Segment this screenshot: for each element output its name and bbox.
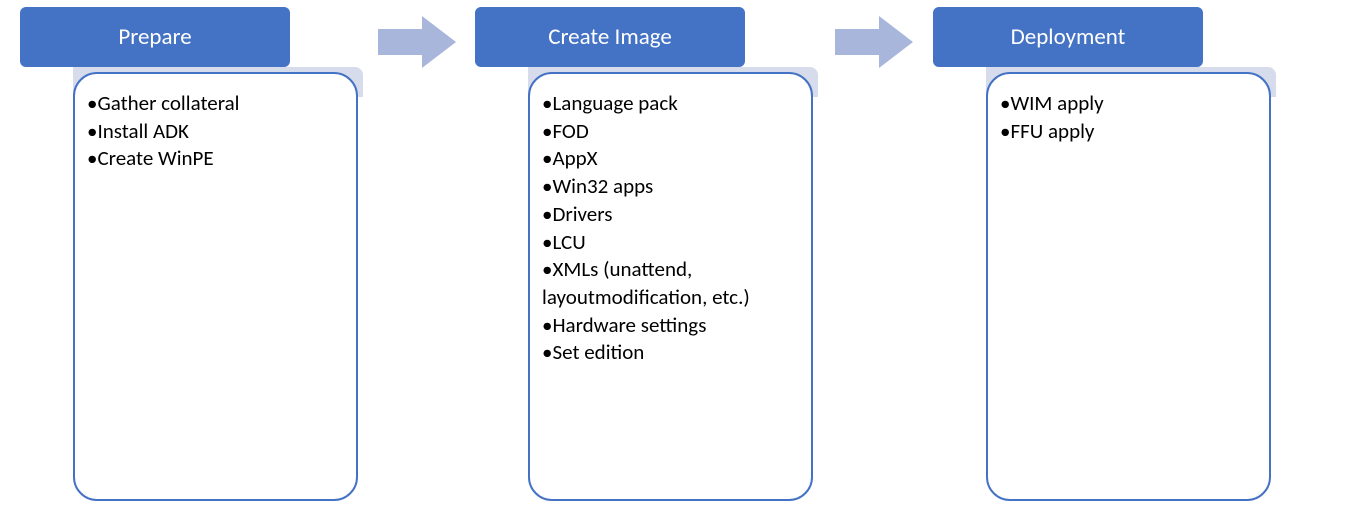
list-item: •Create WinPE bbox=[87, 145, 336, 173]
list-item: •Language pack bbox=[542, 90, 791, 118]
list-item: •WIM apply bbox=[1000, 90, 1249, 118]
list-item: •Install ADK bbox=[87, 118, 336, 146]
stage-header-create-image: Create Image bbox=[475, 7, 745, 67]
stage-body-deployment: •WIM apply •FFU apply bbox=[986, 72, 1271, 501]
stage-body-create-image: •Language pack •FOD •AppX •Win32 apps •D… bbox=[528, 72, 813, 501]
list-item: •Set edition bbox=[542, 339, 791, 367]
list-item: •LCU bbox=[542, 229, 791, 257]
list-item: •Win32 apps bbox=[542, 173, 791, 201]
stage-header-deployment: Deployment bbox=[933, 7, 1203, 67]
stage-header-prepare: Prepare bbox=[20, 7, 290, 67]
arrow-icon bbox=[835, 16, 913, 68]
stage-title: Prepare bbox=[118, 23, 191, 51]
list-item: •Gather collateral bbox=[87, 90, 336, 118]
list-item: •Hardware settings bbox=[542, 312, 791, 340]
stage-body-prepare: •Gather collateral •Install ADK •Create … bbox=[73, 72, 358, 501]
list-item: •FFU apply bbox=[1000, 118, 1249, 146]
list-item: •AppX bbox=[542, 145, 791, 173]
diagram-canvas: Prepare •Gather collateral •Install ADK … bbox=[0, 0, 1360, 515]
list-item: •FOD bbox=[542, 118, 791, 146]
stage-title: Deployment bbox=[1011, 23, 1126, 51]
list-item: •XMLs (unattend, layoutmodification, etc… bbox=[542, 256, 791, 311]
stage-title: Create Image bbox=[548, 23, 672, 51]
arrow-icon bbox=[378, 16, 456, 68]
list-item: •Drivers bbox=[542, 201, 791, 229]
